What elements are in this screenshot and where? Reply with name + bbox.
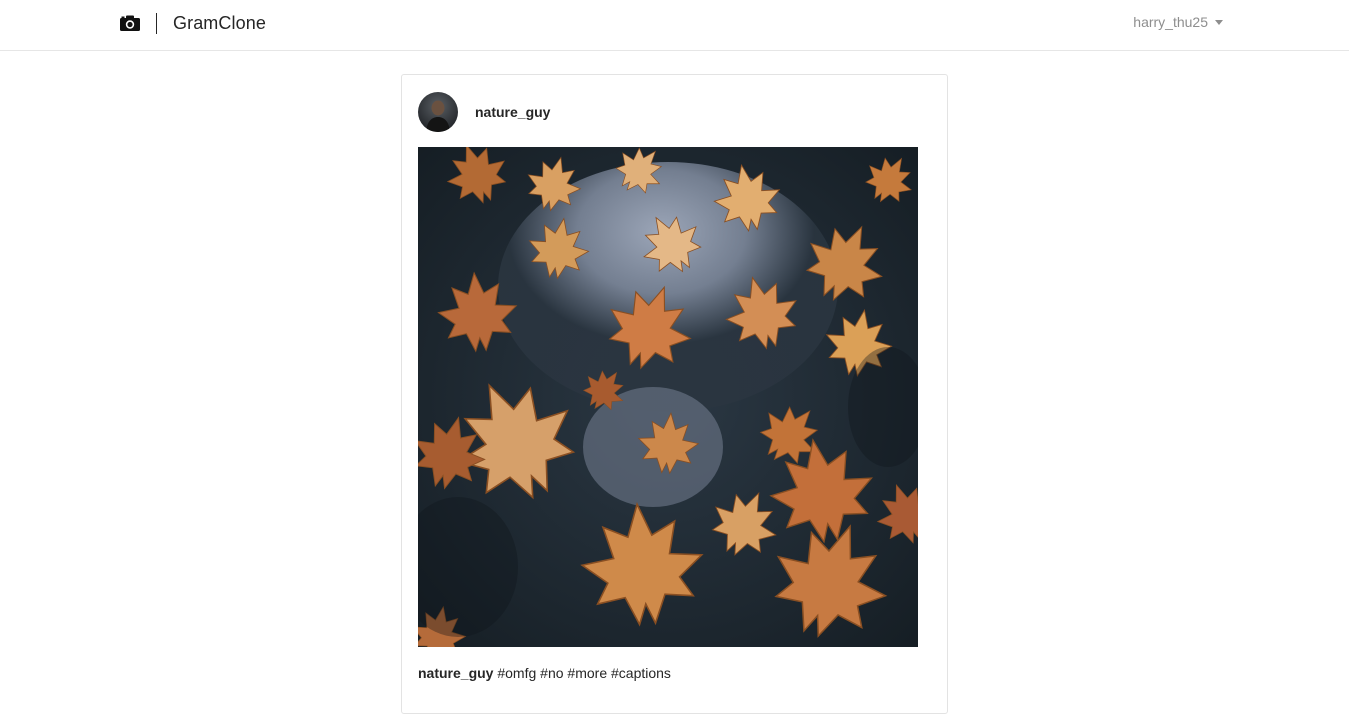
avatar-icon [418, 91, 458, 132]
hashtag-link[interactable]: #more [567, 665, 607, 681]
caret-down-icon[interactable] [1215, 19, 1223, 25]
user-menu-username[interactable]: harry_thu25 [1133, 14, 1208, 30]
user-menu-dropdown[interactable]: harry_thu25 [1133, 14, 1223, 30]
brand-divider [156, 12, 157, 34]
post-card: nature_guy nature_guy #omfg #no #more #c… [401, 74, 948, 714]
brand-name[interactable]: GramClone [173, 13, 266, 34]
hashtag-link[interactable]: #omfg [497, 665, 536, 681]
avatar[interactable] [418, 91, 458, 132]
autumn-leaves-photo [418, 147, 918, 647]
post-header: nature_guy [418, 91, 550, 132]
post-caption: nature_guy #omfg #no #more #captions [418, 665, 671, 681]
hashtag-link[interactable]: #captions [611, 665, 671, 681]
post-image[interactable] [418, 147, 918, 647]
caption-username[interactable]: nature_guy [418, 665, 493, 681]
camera-icon [120, 15, 140, 31]
brand-link[interactable]: GramClone [120, 12, 266, 34]
post-author-username[interactable]: nature_guy [475, 104, 550, 120]
hashtag-link[interactable]: #no [540, 665, 563, 681]
top-navbar: GramClone harry_thu25 [0, 0, 1349, 51]
